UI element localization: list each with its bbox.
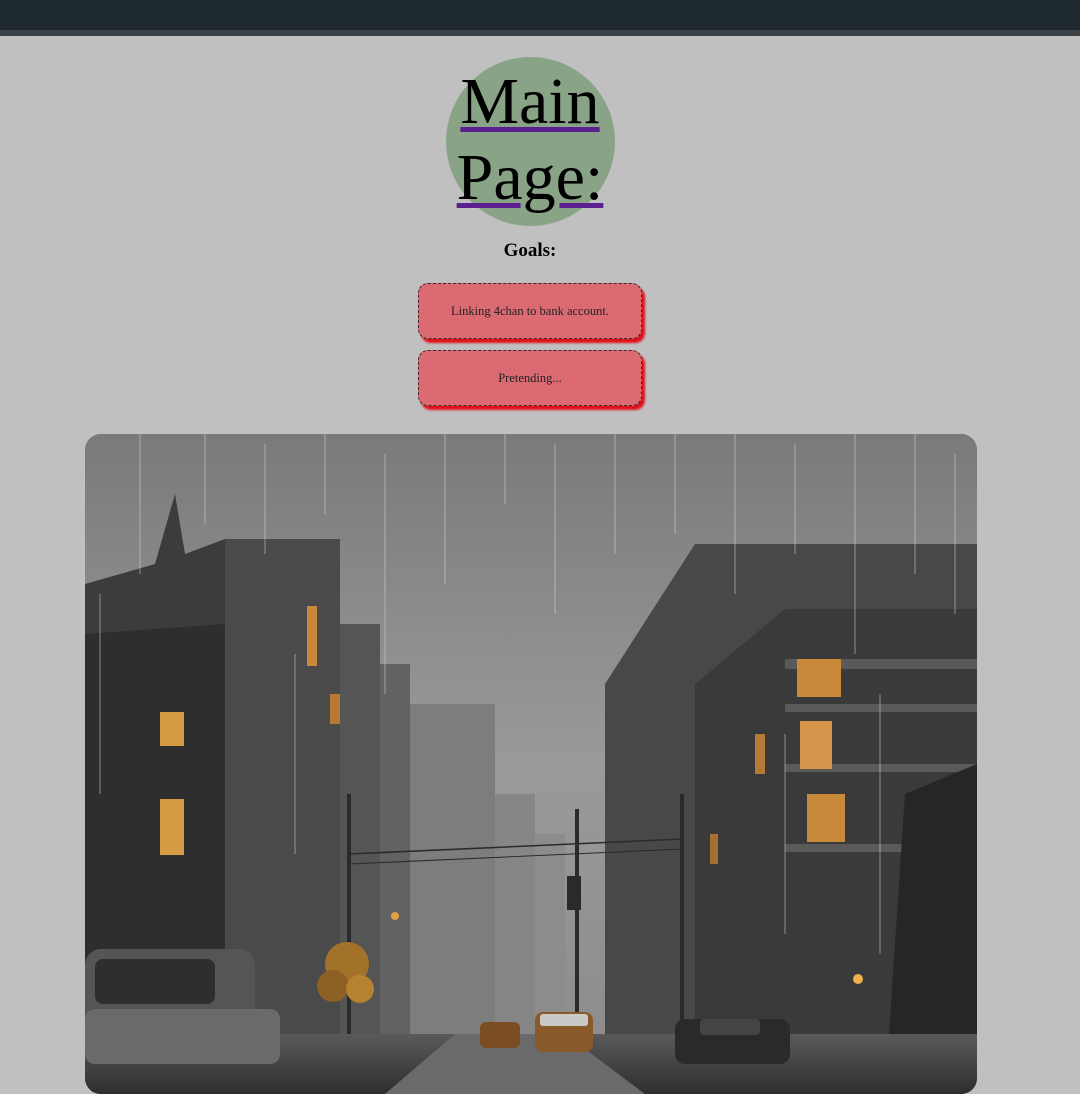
rainy-city-image xyxy=(85,434,977,1094)
top-bar xyxy=(0,0,1080,30)
page-title: Main Page: xyxy=(400,64,660,216)
goal-card-label: Pretending... xyxy=(498,370,562,385)
title-link-page[interactable]: Page: xyxy=(457,141,604,214)
goals-heading: Goals: xyxy=(503,240,557,261)
title-link-main[interactable]: Main xyxy=(460,65,599,138)
goal-card-label: Linking 4chan to bank account. xyxy=(451,303,609,318)
goal-card-linking[interactable]: Linking 4chan to bank account. xyxy=(418,283,642,339)
goal-card-pretending[interactable]: Pretending... xyxy=(418,350,642,406)
top-bar-edge xyxy=(0,30,1080,36)
